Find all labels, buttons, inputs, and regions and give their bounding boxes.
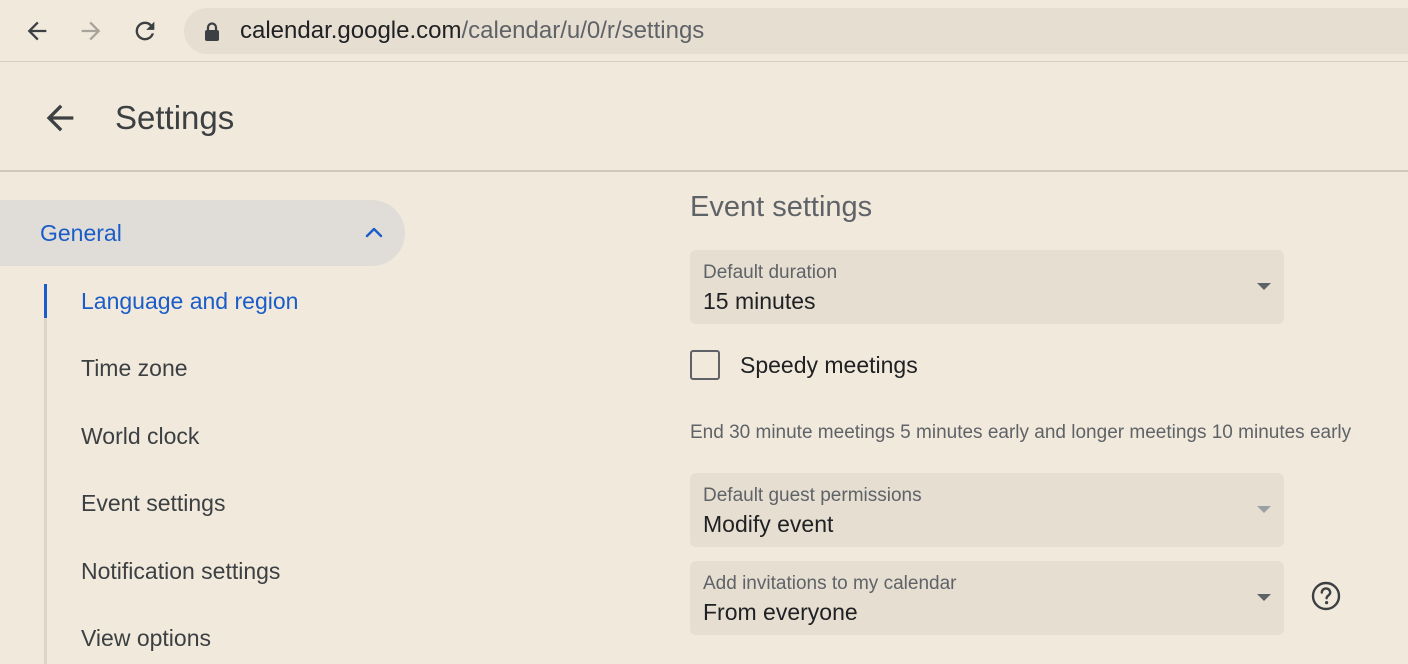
sidebar-item-time-zone[interactable]: Time zone xyxy=(81,355,188,381)
address-bar[interactable]: calendar.google.com/calendar/u/0/r/setti… xyxy=(184,8,1408,54)
browser-back-button[interactable] xyxy=(20,14,54,48)
speedy-meetings-checkbox[interactable] xyxy=(690,350,720,380)
help-circle-icon[interactable] xyxy=(1310,580,1342,612)
dropdown-arrow-icon xyxy=(1257,594,1271,601)
sidebar-item-language-and-region[interactable]: Language and region xyxy=(81,288,298,314)
section-title: Event settings xyxy=(690,191,873,223)
add-invitations-label: Add invitations to my calendar xyxy=(703,573,957,594)
settings-main: Event settings Default duration 15 minut… xyxy=(690,172,1408,664)
dropdown-arrow-icon xyxy=(1257,283,1271,290)
default-duration-label: Default duration xyxy=(703,262,838,283)
dropdown-arrow-icon xyxy=(1257,506,1271,513)
chevron-up-icon[interactable] xyxy=(362,221,386,245)
guest-permissions-label: Default guest permissions xyxy=(703,485,922,506)
url-host: calendar.google.com xyxy=(240,17,462,44)
sidebar-section-general[interactable]: General xyxy=(0,200,405,266)
settings-sidebar: General Language and region Time zone Wo… xyxy=(0,172,420,664)
lock-icon xyxy=(205,22,219,41)
sidebar-rail xyxy=(44,284,47,664)
active-indicator xyxy=(44,284,47,318)
browser-reload-button[interactable] xyxy=(128,14,162,48)
settings-header: Settings xyxy=(0,62,1408,172)
speedy-meetings-helper: End 30 minute meetings 5 minutes early a… xyxy=(690,422,1352,443)
sidebar-item-view-options[interactable]: View options xyxy=(81,625,211,651)
reload-icon xyxy=(135,21,155,41)
url-path: /calendar/u/0/r/settings xyxy=(461,17,705,44)
sidebar-section-label: General xyxy=(40,220,122,246)
default-duration-select[interactable]: Default duration 15 minutes xyxy=(690,250,1284,324)
speedy-meetings-label[interactable]: Speedy meetings xyxy=(740,352,918,378)
back-to-calendar-button[interactable] xyxy=(40,98,80,138)
add-invitations-value: From everyone xyxy=(703,599,858,625)
browser-toolbar: calendar.google.com/calendar/u/0/r/setti… xyxy=(0,0,1408,62)
url-text[interactable]: calendar.google.com/calendar/u/0/r/setti… xyxy=(240,18,704,44)
guest-permissions-select[interactable]: Default guest permissions Modify event xyxy=(690,473,1284,547)
sidebar-item-world-clock[interactable]: World clock xyxy=(81,423,199,449)
guest-permissions-value: Modify event xyxy=(703,511,834,537)
default-duration-value: 15 minutes xyxy=(703,288,816,314)
arrow-left-icon xyxy=(46,104,74,132)
arrow-left-icon xyxy=(27,21,47,41)
add-invitations-select[interactable]: Add invitations to my calendar From ever… xyxy=(690,561,1284,635)
browser-forward-button[interactable] xyxy=(74,14,108,48)
sidebar-item-notification-settings[interactable]: Notification settings xyxy=(81,558,280,584)
sidebar-item-event-settings[interactable]: Event settings xyxy=(81,490,225,516)
arrow-right-icon xyxy=(81,21,101,41)
page-title: Settings xyxy=(115,99,235,136)
